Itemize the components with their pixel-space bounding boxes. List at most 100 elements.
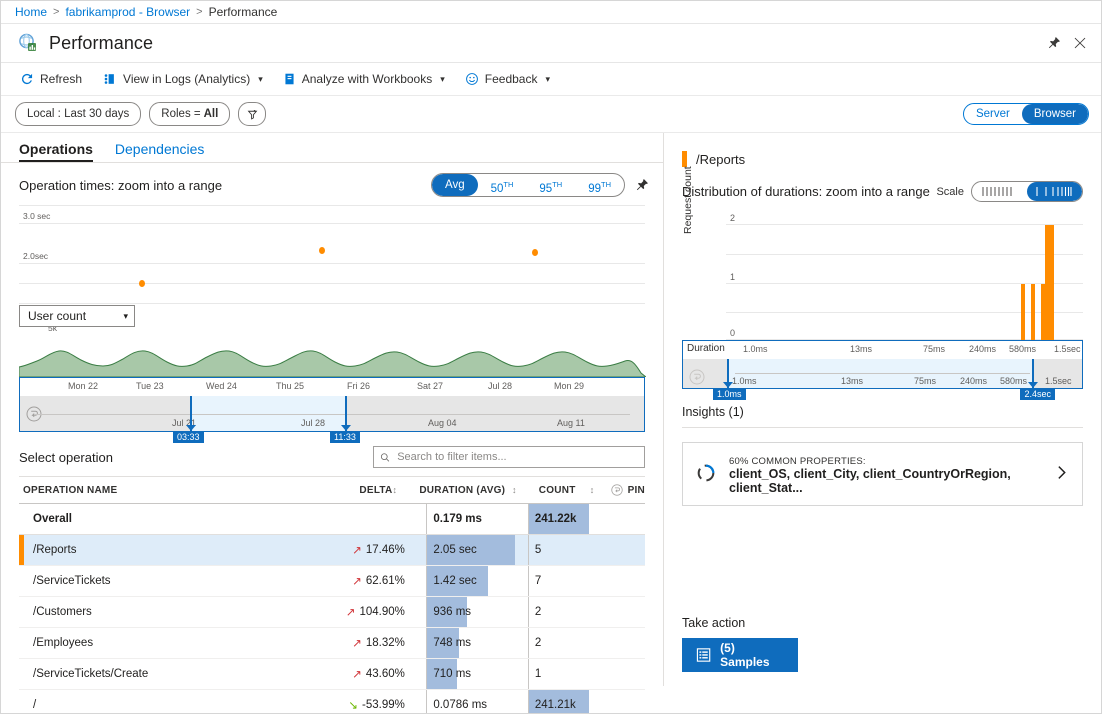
log-scale-icon [1034, 186, 1076, 197]
cell-count: 241.22k [528, 504, 645, 534]
cell-count-value: 241.21k [529, 699, 576, 711]
pin-chart-icon[interactable] [635, 178, 649, 192]
area-series [19, 325, 646, 377]
right-panel: /Reports Distribution of durations: zoom… [664, 133, 1101, 686]
trend-up-icon: ↗ [352, 543, 362, 557]
refresh-button[interactable]: Refresh [11, 66, 91, 92]
performance-blade: Home > fabrikamprod - Browser > Performa… [0, 0, 1102, 714]
column-pin[interactable]: PIN [611, 484, 645, 496]
table-row[interactable]: / ↘-53.99% 0.0786 ms 241.21k [19, 690, 645, 714]
workbook-icon [283, 72, 296, 86]
metric-select-value: User count [28, 309, 86, 323]
breadcrumb-home[interactable]: Home [15, 5, 47, 19]
table-row[interactable]: /ServiceTickets/Create ↗43.60% 710 ms 1 [19, 659, 645, 690]
view-in-logs-label: View in Logs (Analytics) [123, 72, 250, 86]
histogram-bar[interactable] [1021, 284, 1025, 340]
feedback-button[interactable]: Feedback ▾ [456, 66, 559, 92]
user-count-chart[interactable]: User count ▾ 5k 0 [19, 305, 645, 377]
scale-linear-option[interactable] [972, 182, 1027, 201]
trend-up-icon: ↗ [352, 636, 362, 650]
table-row[interactable]: /Customers ↗104.90% 936 ms 2 [19, 597, 645, 628]
time-range-slider[interactable]: Jul 21 Jul 28 Aug 04 Aug 11 03:33 11:33 [19, 396, 645, 432]
roles-filter[interactable]: Roles = All [149, 102, 230, 126]
percentile-99th[interactable]: 99TH [575, 174, 624, 196]
table-row[interactable]: /Reports ↗17.46% 2.05 sec 5 [19, 535, 645, 566]
reset-range-icon[interactable] [26, 406, 42, 425]
column-count[interactable]: COUNT [533, 485, 590, 496]
cell-count-value: 2 [529, 637, 541, 649]
x-tick-label: Mon 22 [68, 381, 98, 391]
cell-duration: 936 ms [426, 597, 528, 627]
filter-bar: Local : Last 30 days Roles = All Server … [1, 96, 1101, 133]
scope-toggle[interactable]: Server Browser [963, 103, 1089, 125]
time-range-filter[interactable]: Local : Last 30 days [15, 102, 141, 126]
percentile-95th[interactable]: 95TH [526, 174, 575, 196]
scope-server-option[interactable]: Server [964, 104, 1022, 124]
gridline [19, 283, 645, 284]
column-operation-name[interactable]: OPERATION NAME [19, 485, 303, 496]
operation-times-title: Operation times: zoom into a range [19, 178, 222, 193]
x-tick-label: Thu 25 [276, 381, 304, 391]
table-row[interactable]: Overall 0.179 ms 241.22k [19, 504, 645, 535]
insight-card[interactable]: 60% COMMON PROPERTIES: client_OS, client… [682, 442, 1083, 506]
slider-tick-label: 240ms [960, 376, 987, 386]
roles-prefix: Roles = [161, 108, 200, 120]
cell-duration-value: 0.0786 ms [427, 699, 487, 711]
cell-delta: ↗62.61% [312, 574, 405, 588]
view-in-logs-button[interactable]: View in Logs (Analytics) ▾ [93, 66, 272, 92]
table-row[interactable]: /ServiceTickets ↗62.61% 1.42 sec 7 [19, 566, 645, 597]
pin-icon[interactable] [1041, 30, 1067, 56]
data-point[interactable] [139, 280, 145, 287]
add-filter-icon[interactable] [238, 102, 266, 126]
histogram-bar[interactable] [1031, 284, 1035, 340]
row-selection-marker [19, 535, 24, 565]
column-duration[interactable]: DURATION (AVG) [413, 485, 512, 496]
search-box[interactable] [373, 446, 645, 468]
search-input[interactable] [395, 450, 638, 464]
selected-operation-header: /Reports [664, 133, 1101, 167]
sort-icon[interactable]: ↕ [512, 485, 533, 495]
breadcrumb-resource[interactable]: fabrikamprod - Browser [65, 5, 190, 19]
sort-icon[interactable]: ↕ [393, 485, 414, 495]
range-end-flag: 2.4sec [1020, 388, 1055, 400]
selected-operation-name: /Reports [696, 152, 745, 167]
duration-range-slider[interactable]: 1.0ms 13ms 75ms 240ms 580ms 1.5sec 1.0ms… [682, 359, 1083, 389]
reset-range-icon[interactable] [689, 369, 705, 388]
time-range-label: Local : Last 30 days [27, 108, 129, 120]
chevron-right-icon[interactable] [1053, 464, 1070, 484]
data-point[interactable] [319, 247, 325, 254]
tab-dependencies[interactable]: Dependencies [115, 141, 205, 162]
histogram-bar[interactable] [1045, 225, 1054, 340]
samples-button[interactable]: (5) Samples [682, 638, 798, 672]
column-delta[interactable]: DELTA [303, 485, 393, 496]
scope-browser-option[interactable]: Browser [1022, 104, 1088, 124]
tab-list: Operations Dependencies [1, 133, 663, 163]
y-tick-label: 2 [730, 213, 735, 223]
main-content: Operations Dependencies Operation times:… [1, 133, 1101, 686]
table-row[interactable]: /Employees ↗18.32% 748 ms 2 [19, 628, 645, 659]
percentile-toggle[interactable]: Avg 50TH 95TH 99TH [431, 173, 625, 197]
chevron-down-icon: ▾ [258, 74, 263, 85]
column-pin-label: PIN [628, 485, 645, 496]
percentile-50th[interactable]: 50TH [478, 174, 527, 196]
data-point[interactable] [532, 249, 538, 256]
scale-log-option[interactable] [1027, 182, 1082, 201]
percentile-avg[interactable]: Avg [432, 174, 478, 196]
histogram-y-axis-title: Request count [682, 166, 694, 234]
analyze-workbooks-button[interactable]: Analyze with Workbooks ▾ [274, 66, 454, 92]
slider-tick-label: 1.5sec [1045, 376, 1072, 386]
scale-toggle[interactable] [971, 181, 1083, 202]
close-icon[interactable] [1067, 30, 1093, 56]
analyze-workbooks-label: Analyze with Workbooks [302, 72, 433, 86]
refresh-label: Refresh [40, 72, 82, 86]
metric-select[interactable]: User count ▾ [19, 305, 135, 327]
operation-times-chart[interactable]: 3.0 sec 2.0sec [19, 205, 645, 305]
sort-icon[interactable]: ↕ [590, 485, 611, 495]
insights-section: Insights (1) 60% COMMON PROPERTIES: clie… [664, 389, 1101, 506]
reset-icon [611, 484, 623, 496]
cell-count: 5 [528, 535, 645, 565]
cell-operation-name: / [19, 699, 312, 711]
duration-histogram[interactable]: Request count 2 1 0 [682, 210, 1083, 340]
roles-value: All [204, 108, 219, 120]
tab-operations[interactable]: Operations [19, 141, 93, 162]
